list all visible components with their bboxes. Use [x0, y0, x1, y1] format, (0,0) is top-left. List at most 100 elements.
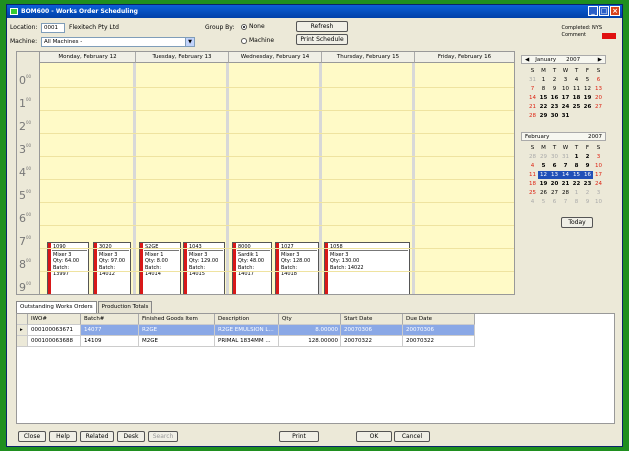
close-button[interactable]: Close	[18, 431, 46, 442]
calendar-day[interactable]: 16	[549, 94, 560, 102]
job-card[interactable]: 1027 Mixer 3 Qty: 128.00 Batch: 14018	[275, 242, 319, 294]
table-cell[interactable]: 14109	[81, 336, 139, 347]
groupby-machine-radio[interactable]: Machine	[241, 37, 274, 44]
print-button[interactable]: Print	[279, 431, 319, 442]
calendar-day[interactable]: 7	[560, 198, 571, 206]
today-button[interactable]: Today	[561, 217, 593, 228]
machine-select[interactable]: All Machines - ▼	[41, 37, 195, 47]
calendar-day[interactable]: 29	[538, 153, 549, 161]
calendar-day[interactable]: 11	[527, 171, 538, 179]
minimize-icon[interactable]: _	[588, 6, 598, 16]
calendar-day[interactable]: 31	[560, 112, 571, 120]
calendar-day[interactable]: 21	[527, 103, 538, 111]
calendar-day[interactable]: 5	[538, 198, 549, 206]
calendar-days[interactable]: S M T W T F S 28 29 30 31 1 2 3 4 5 6 7 8 9 10 11 12 13 14 15 16 17…	[527, 144, 604, 206]
ok-button[interactable]: OK	[356, 431, 392, 442]
table-cell[interactable]: M2GE	[139, 336, 215, 347]
calendar-day[interactable]: 24	[593, 180, 604, 188]
calendar-february[interactable]: February 2007 S M T W T F S 28 29 30 31 1 2 3 4 5 6 7 8 9 10…	[521, 132, 606, 229]
calendar-day[interactable]: 3	[593, 189, 604, 197]
calendar-day[interactable]: 15	[538, 94, 549, 102]
refresh-button[interactable]: Refresh	[296, 21, 348, 32]
calendar-day[interactable]: 3	[593, 153, 604, 161]
calendar-day[interactable]: 27	[593, 103, 604, 111]
calendar-day[interactable]: 5	[582, 76, 593, 84]
calendar-day[interactable]: 15	[571, 171, 582, 179]
column-header[interactable]: Batch#	[81, 314, 139, 325]
calendar-year[interactable]: 2007	[588, 134, 602, 140]
title-bar[interactable]: BOM600 - Works Order Scheduling _ □ ×	[7, 5, 622, 18]
works-orders-table[interactable]: IWO# Batch# Finished Goods Item Descript…	[16, 313, 615, 424]
day-header[interactable]: Monday, February 12	[40, 52, 136, 63]
calendar-day[interactable]: 8	[571, 198, 582, 206]
calendar-year[interactable]: 2007	[566, 57, 580, 63]
search-button[interactable]: Search	[148, 431, 178, 442]
desk-button[interactable]: Desk	[117, 431, 145, 442]
related-button[interactable]: Related	[80, 431, 114, 442]
day-header[interactable]: Friday, February 16	[415, 52, 514, 63]
table-cell[interactable]: 20070322	[403, 336, 475, 347]
table-cell[interactable]: 8.00000	[279, 325, 341, 336]
job-card[interactable]: 3020 Mixer 3 Qty: 97.00 Batch: 14012	[93, 242, 131, 294]
calendar-days[interactable]: S M T W T F S 31 1 2 3 4 5 6 7 8 9 10 11 12 13 14 15 16 17 18 19 20…	[527, 67, 604, 120]
table-cell[interactable]: PRIMAL 1834MM ...	[215, 336, 279, 347]
calendar-day[interactable]: 6	[549, 162, 560, 170]
calendar-day[interactable]: 2	[582, 153, 593, 161]
prev-month-icon[interactable]: ◀	[525, 57, 529, 63]
day-header[interactable]: Tuesday, February 13	[136, 52, 229, 63]
job-card[interactable]: S2GE Mixer 1 Qty: 8.00 Batch: 14014	[139, 242, 181, 294]
calendar-day[interactable]: 23	[549, 103, 560, 111]
close-icon[interactable]: ×	[610, 6, 620, 16]
calendar-day[interactable]: 12	[538, 171, 549, 179]
calendar-day[interactable]: 6	[549, 198, 560, 206]
calendar-day[interactable]: 11	[571, 85, 582, 93]
calendar-month[interactable]: January	[535, 57, 556, 63]
calendar-day[interactable]: 22	[571, 180, 582, 188]
job-card[interactable]: 1090 Mixer 3 Qty: 64.00 Batch: 13997	[47, 242, 89, 294]
calendar-day[interactable]: 1	[571, 153, 582, 161]
calendar-day[interactable]: 18	[571, 94, 582, 102]
calendar-day[interactable]	[593, 112, 604, 120]
column-header[interactable]: Qty	[279, 314, 341, 325]
calendar-day[interactable]: 7	[560, 162, 571, 170]
calendar-day[interactable]: 10	[593, 162, 604, 170]
calendar-day[interactable]: 4	[571, 76, 582, 84]
calendar-day[interactable]: 9	[549, 85, 560, 93]
calendar-day[interactable]: 10	[560, 85, 571, 93]
calendar-day[interactable]: 6	[593, 76, 604, 84]
calendar-day[interactable]: 5	[538, 162, 549, 170]
calendar-day[interactable]: 26	[538, 189, 549, 197]
column-header[interactable]: Start Date	[341, 314, 403, 325]
calendar-day[interactable]: 4	[527, 162, 538, 170]
calendar-day[interactable]: 2	[582, 189, 593, 197]
calendar-day[interactable]: 17	[593, 171, 604, 179]
print-schedule-button[interactable]: Print Schedule	[296, 34, 348, 45]
calendar-day[interactable]: 13	[549, 171, 560, 179]
calendar-day[interactable]: 1	[538, 76, 549, 84]
column-header[interactable]: Due Date	[403, 314, 475, 325]
table-cell[interactable]: 20070306	[403, 325, 475, 336]
calendar-day[interactable]: 9	[582, 198, 593, 206]
chevron-down-icon[interactable]: ▼	[185, 38, 194, 46]
calendar-day[interactable]: 4	[527, 198, 538, 206]
calendar-month[interactable]: February	[525, 134, 549, 140]
calendar-day[interactable]: 19	[582, 94, 593, 102]
help-button[interactable]: Help	[49, 431, 77, 442]
table-cell[interactable]: 000100063688	[28, 336, 81, 347]
calendar-day[interactable]: 8	[538, 85, 549, 93]
table-cell[interactable]: 000100063671	[28, 325, 81, 336]
day-header[interactable]: Wednesday, February 14	[229, 52, 322, 63]
job-card[interactable]: 8000 Sardik 1 Qty: 48.00 Batch: 14017	[232, 242, 272, 294]
cancel-button[interactable]: Cancel	[394, 431, 430, 442]
location-code-field[interactable]: 0001	[41, 23, 65, 33]
calendar-day[interactable]: 31	[527, 76, 538, 84]
calendar-day[interactable]: 1	[571, 189, 582, 197]
day-header[interactable]: Thursday, February 15	[322, 52, 415, 63]
table-cell[interactable]: 20070322	[341, 336, 403, 347]
calendar-day[interactable]: 7	[527, 85, 538, 93]
calendar-day[interactable]: 24	[560, 103, 571, 111]
column-header[interactable]: Finished Goods Item	[139, 314, 215, 325]
calendar-day[interactable]: 14	[527, 94, 538, 102]
table-cell[interactable]: R2GE EMULSION L...	[215, 325, 279, 336]
tab-outstanding-works-orders[interactable]: Outstanding Works Orders	[16, 301, 97, 313]
